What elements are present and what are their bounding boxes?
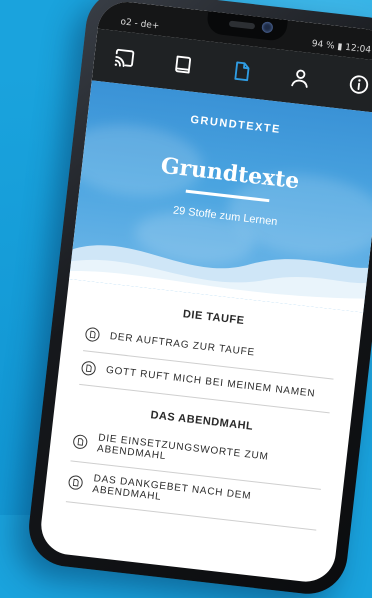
document-icon bbox=[73, 434, 88, 449]
list-item-label: DER AUFTRAG ZUR TAUFE bbox=[109, 331, 256, 359]
nav-cast-button[interactable] bbox=[104, 38, 144, 78]
book-icon bbox=[174, 55, 191, 74]
cast-icon bbox=[114, 48, 134, 67]
info-icon bbox=[350, 75, 369, 94]
person-icon bbox=[291, 69, 308, 88]
document-icon bbox=[234, 61, 250, 82]
document-icon bbox=[85, 327, 100, 342]
clock: 12:04 bbox=[344, 42, 372, 56]
document-icon bbox=[68, 475, 83, 490]
nav-texts-button[interactable] bbox=[222, 51, 262, 91]
camera-notch bbox=[205, 11, 288, 42]
nav-book-button[interactable] bbox=[163, 45, 203, 85]
battery-icon: ▮ bbox=[336, 41, 343, 53]
phone-screen: o2 - de+ 94 % ▮ 12:04 GRUNDTEXTE Grundte… bbox=[38, 0, 372, 585]
texts-list: DIE TAUFE DER AUFTRAG ZUR TAUFE GOTT RUF… bbox=[38, 279, 363, 585]
document-icon bbox=[81, 361, 96, 376]
nav-info-button[interactable] bbox=[339, 65, 372, 105]
speaker-grille bbox=[228, 20, 256, 30]
front-camera bbox=[261, 21, 274, 34]
carrier-label: o2 - de+ bbox=[119, 17, 160, 32]
hero-banner: GRUNDTEXTE Grundtexte 29 Stoffe zum Lern… bbox=[69, 80, 372, 313]
nav-profile-button[interactable] bbox=[281, 58, 321, 98]
battery-level: 94 % bbox=[311, 39, 336, 52]
